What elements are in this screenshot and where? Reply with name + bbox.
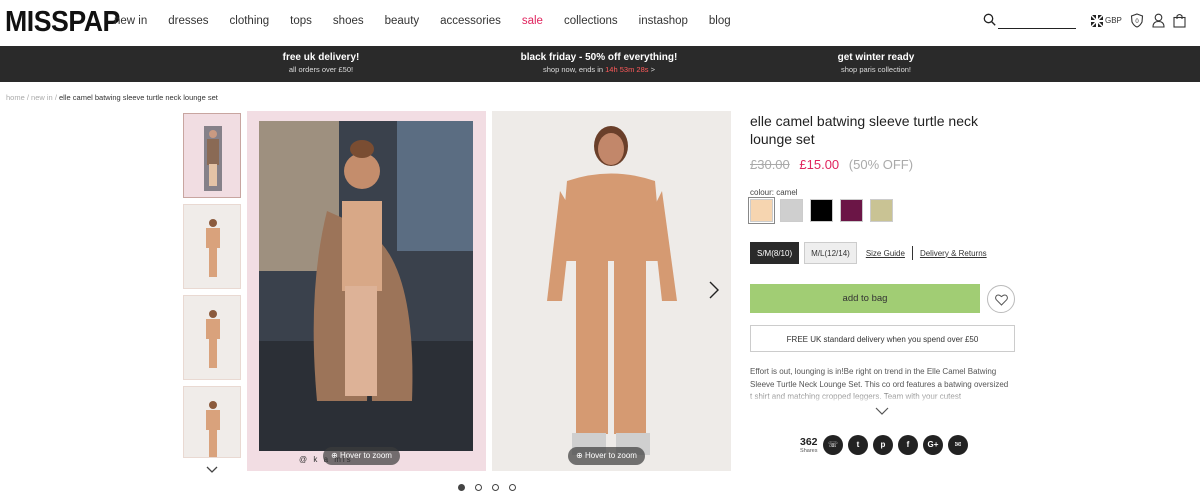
share-count: 362 Shares (800, 436, 818, 455)
nav-item-new-in[interactable]: new in (114, 15, 147, 27)
bag-icon[interactable] (1173, 13, 1186, 28)
discount-label: (50% OFF) (848, 157, 914, 172)
promo-title: free uk delivery! (282, 52, 360, 63)
colour-swatch-plum[interactable] (840, 199, 863, 222)
share-count-label: Shares (800, 448, 818, 454)
carousel-dots (458, 484, 516, 491)
promo-subtitle: shop now, ends in 14h 53m 28s > (543, 65, 655, 74)
promo-winter[interactable]: get winter ready shop paris collection! (726, 52, 1026, 74)
twitter-icon[interactable]: t (848, 435, 868, 455)
colour-swatch-grey[interactable] (780, 199, 803, 222)
search-icon[interactable] (983, 13, 996, 26)
product-image-studio[interactable]: ⊕ Hover to zoom (492, 111, 731, 471)
next-image-arrow[interactable] (709, 281, 719, 305)
nav-item-clothing[interactable]: clothing (230, 15, 270, 27)
colour-swatch-khaki[interactable] (870, 199, 893, 222)
main-nav: new in dresses clothing tops shoes beaut… (114, 15, 752, 27)
breadcrumb-home[interactable]: home (6, 93, 25, 102)
size-selector: S/M(8/10) M/L(12/14) Size Guide Delivery… (750, 242, 987, 264)
size-option-sm[interactable]: S/M(8/10) (750, 242, 800, 264)
thumbnail[interactable] (183, 295, 241, 380)
carousel-dot[interactable] (475, 484, 482, 491)
nav-item-blog[interactable]: blog (709, 15, 731, 27)
studio-photo (492, 111, 731, 471)
colour-label: colour: camel (750, 188, 798, 197)
account-icon[interactable] (1152, 13, 1165, 28)
thumbnail-list (183, 113, 241, 473)
colour-swatch-camel[interactable] (748, 197, 775, 224)
wishlist-count: 0 (1135, 19, 1139, 25)
thumbnail[interactable] (183, 386, 241, 458)
sale-price: £15.00 (799, 157, 840, 172)
site-header: MISSPAP new in dresses clothing tops sho… (0, 0, 1200, 46)
nav-item-accessories[interactable]: accessories (440, 15, 501, 27)
promo-bar: free uk delivery! all orders over £50! b… (0, 46, 1200, 82)
product-thumbnail-image (206, 219, 220, 277)
carousel-dot[interactable] (458, 484, 465, 491)
heart-icon (994, 294, 1008, 306)
product-thumbnail-image (206, 401, 220, 457)
wishlist-icon[interactable]: 0 (1130, 13, 1144, 28)
colour-swatches (748, 197, 893, 224)
colour-swatch-black[interactable] (810, 199, 833, 222)
breadcrumb: home / new in / elle camel batwing sleev… (6, 93, 218, 102)
flag-icon[interactable] (1091, 15, 1103, 27)
hover-to-zoom[interactable]: ⊕ Hover to zoom (568, 447, 645, 465)
facebook-icon[interactable]: f (898, 435, 918, 455)
countdown-timer: 14h 53m 28s (605, 65, 649, 74)
delivery-returns-link[interactable]: Delivery & Returns (920, 249, 987, 258)
nav-item-beauty[interactable]: beauty (385, 15, 420, 27)
nav-item-shoes[interactable]: shoes (333, 15, 364, 27)
promo-black-friday[interactable]: black friday - 50% off everything! shop … (449, 52, 749, 74)
promo-subtitle: shop paris collection! (840, 65, 912, 74)
nav-item-dresses[interactable]: dresses (168, 15, 208, 27)
price-block: £30.00 £15.00 (50% OFF) (750, 157, 913, 172)
whatsapp-icon[interactable]: ☏ (823, 435, 843, 455)
product-title: elle camel batwing sleeve turtle neck lo… (750, 113, 979, 147)
logo[interactable]: MISSPAP (5, 6, 120, 39)
original-price: £30.00 (750, 157, 790, 172)
free-delivery-banner: FREE UK standard delivery when you spend… (750, 325, 1015, 352)
add-to-wishlist-button[interactable] (987, 285, 1015, 313)
expand-description-icon[interactable] (875, 406, 889, 418)
currency-selector[interactable]: GBP (1105, 16, 1122, 25)
nav-item-instashop[interactable]: instashop (639, 15, 688, 27)
description-fade (750, 390, 1015, 404)
breadcrumb-new-in[interactable]: new in (31, 93, 53, 102)
carousel-dot[interactable] (509, 484, 516, 491)
nav-item-sale[interactable]: sale (522, 15, 543, 27)
search-input[interactable] (998, 28, 1076, 29)
divider (911, 246, 913, 260)
add-to-bag-button[interactable]: add to bag (750, 284, 980, 313)
promo-title: get winter ready (837, 52, 915, 63)
product-thumbnail-image (206, 310, 220, 368)
size-option-ml[interactable]: M/L(12/14) (804, 242, 857, 264)
nav-item-collections[interactable]: collections (564, 15, 618, 27)
share-count-number: 362 (800, 436, 818, 448)
product-thumbnail-image (204, 126, 222, 191)
product-image-lifestyle[interactable]: ⊕ Hover to zoom @ k a mis (247, 111, 486, 471)
promo-subtitle: all orders over £50! (288, 65, 354, 74)
watermark: @ k a mis (299, 455, 353, 464)
promo-free-delivery[interactable]: free uk delivery! all orders over £50! (171, 52, 471, 74)
chevron-down-icon[interactable] (206, 463, 218, 477)
thumbnail[interactable] (183, 204, 241, 289)
search-box[interactable] (983, 12, 1078, 30)
size-guide-link[interactable]: Size Guide (866, 249, 905, 258)
carousel-dot[interactable] (492, 484, 499, 491)
pinterest-icon[interactable]: p (873, 435, 893, 455)
nav-item-tops[interactable]: tops (290, 15, 312, 27)
breadcrumb-current: elle camel batwing sleeve turtle neck lo… (59, 93, 218, 102)
email-icon[interactable]: ✉ (948, 435, 968, 455)
lifestyle-photo (247, 111, 486, 471)
promo-title: black friday - 50% off everything! (520, 52, 678, 63)
thumbnail[interactable] (183, 113, 241, 198)
google-plus-icon[interactable]: G+ (923, 435, 943, 455)
